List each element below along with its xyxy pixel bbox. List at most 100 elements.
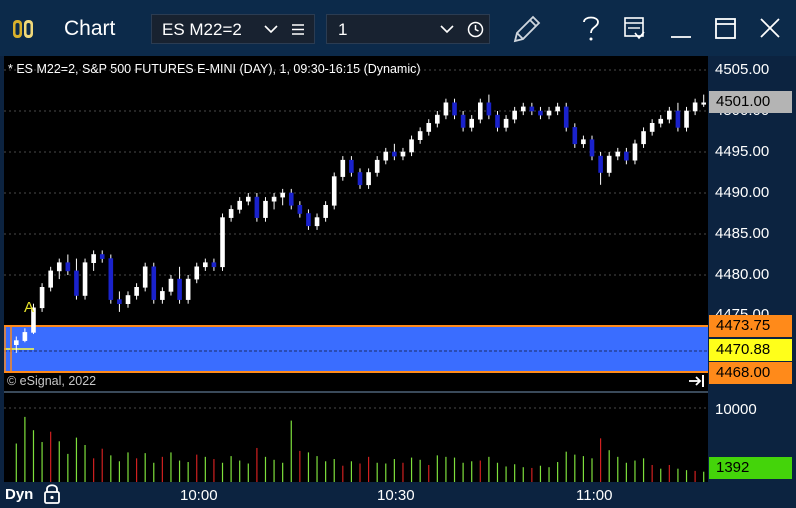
scroll-to-end-icon[interactable]: [688, 374, 706, 388]
price-axis-label: 4505.00: [715, 61, 770, 78]
candle-body: [39, 287, 45, 309]
candle: [271, 193, 277, 210]
candle: [383, 147, 389, 165]
price-axis-label: 4495.00: [715, 143, 770, 160]
list-menu-icon[interactable]: [291, 23, 305, 36]
alert-marker-label[interactable]: A: [24, 299, 34, 316]
candle: [245, 193, 251, 206]
candle-body: [452, 102, 457, 116]
candle: [667, 106, 672, 124]
candle-body: [99, 254, 105, 259]
candle-body: [357, 172, 363, 186]
candle: [82, 258, 88, 300]
window-title: Chart: [64, 17, 116, 40]
candle-body: [641, 131, 646, 145]
candle: [108, 254, 114, 304]
candle: [417, 127, 423, 144]
candle-body: [117, 299, 122, 305]
candle: [349, 156, 354, 177]
minimize-icon[interactable]: [669, 18, 693, 40]
maximize-icon[interactable]: [714, 17, 738, 41]
candle: [477, 98, 483, 124]
candle: [658, 115, 664, 128]
candle-body: [263, 200, 268, 218]
chevron-down-icon[interactable]: [440, 24, 454, 34]
candle-body: [503, 118, 509, 128]
candle: [185, 275, 191, 304]
candle-body: [254, 196, 260, 218]
candle: [520, 102, 526, 116]
candle-body: [546, 110, 552, 116]
candle-body: [288, 192, 294, 206]
band-low-price-tag: 4468.00: [709, 362, 792, 384]
candle: [615, 147, 621, 161]
candle-body: [512, 110, 517, 120]
candle-body: [194, 266, 200, 280]
candle: [443, 98, 449, 120]
candle-body: [314, 217, 320, 227]
candle: [624, 147, 629, 165]
candle-body: [331, 176, 337, 206]
candle: [297, 201, 303, 218]
chart-pane-title: * ES M22=2, S&P 500 FUTURES E-MINI (DAY)…: [8, 62, 421, 76]
candle-body: [426, 123, 432, 132]
candle: [142, 262, 148, 292]
candle: [74, 258, 79, 300]
candle: [692, 98, 698, 116]
candle-body: [555, 106, 560, 112]
candle-body: [82, 262, 88, 296]
candle: [701, 94, 707, 107]
candle-body: [684, 110, 689, 128]
candle-body: [598, 155, 603, 173]
candle: [160, 287, 165, 304]
page-settings-icon[interactable]: [623, 15, 647, 41]
candle-body: [323, 205, 328, 218]
interval-value: 1: [338, 20, 348, 39]
candle-body: [349, 159, 354, 173]
symbol-value: ES M22=2: [162, 20, 242, 39]
lock-icon[interactable]: [43, 483, 61, 505]
candle: [435, 111, 440, 128]
candle: [263, 197, 268, 222]
candle: [220, 213, 225, 271]
candle: [177, 266, 182, 304]
candle: [203, 258, 208, 271]
pencil-draw-icon[interactable]: [511, 13, 543, 45]
clock-icon[interactable]: [467, 21, 484, 38]
candle: [56, 258, 62, 280]
candle: [460, 111, 466, 132]
candle: [426, 119, 432, 136]
candle: [306, 209, 311, 230]
help-icon[interactable]: [581, 14, 601, 42]
candle: [452, 98, 457, 120]
candle: [675, 102, 681, 132]
candle-body: [701, 102, 707, 105]
candle-body: [675, 110, 681, 128]
chevron-down-icon[interactable]: [264, 24, 278, 34]
candle-body: [125, 295, 131, 304]
candle-body: [306, 213, 311, 227]
candle-body: [392, 151, 397, 157]
candle-body: [271, 196, 277, 202]
price-band: [4, 326, 708, 372]
candle-body: [538, 110, 543, 116]
candle-body: [529, 106, 535, 112]
candle-body: [658, 118, 664, 124]
candle-body: [632, 143, 638, 161]
candle: [538, 106, 543, 120]
candle: [392, 143, 397, 161]
candlestick-chart[interactable]: [4, 56, 708, 482]
dynamic-mode-label[interactable]: Dyn: [5, 486, 33, 503]
candle-body: [615, 151, 621, 157]
candle: [280, 188, 285, 206]
candle-body: [649, 123, 655, 132]
candle-body: [443, 102, 449, 116]
band-high-price-tag: 4473.75: [709, 315, 792, 337]
candle: [529, 102, 535, 116]
candle: [572, 123, 578, 148]
chart-plot-area[interactable]: [4, 56, 708, 482]
interval-selector[interactable]: 1: [326, 14, 490, 44]
symbol-selector[interactable]: ES M22=2: [151, 14, 315, 44]
close-icon[interactable]: [759, 17, 781, 39]
candle-body: [65, 262, 71, 272]
